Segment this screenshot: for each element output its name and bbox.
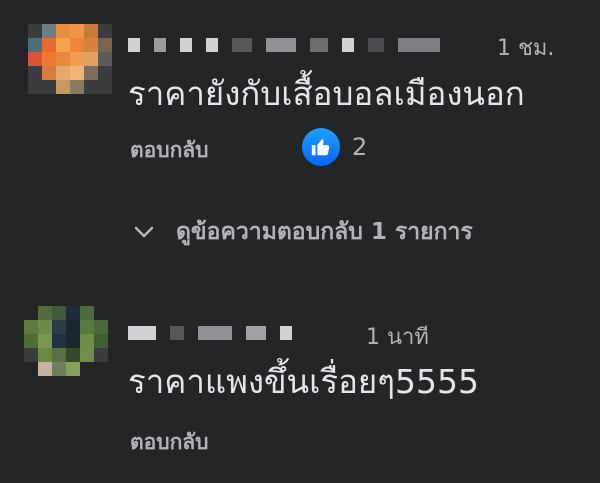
comment-1: 1 ชม. ราคายังกับเสื้อบอลเมืองนอก ตอบกลับ… (0, 0, 600, 260)
avatar[interactable] (28, 24, 112, 108)
comment-2: 1 นาที ราคาแพงขึ้นเรื่อยๆ5555 ตอบกลับ (0, 290, 600, 483)
view-replies-label: ดูข้อความตอบกลับ 1 รายการ (176, 219, 473, 245)
redacted-block (128, 326, 156, 340)
avatar[interactable] (24, 306, 108, 390)
redacted-block (342, 38, 354, 52)
chevron-down-icon (134, 226, 154, 238)
comment-text: ราคายังกับเสื้อบอลเมืองนอก (128, 74, 525, 113)
redacted-block (180, 38, 192, 52)
author-name-redacted[interactable] (128, 32, 454, 58)
thumbs-up-glyph (311, 139, 330, 156)
timestamp[interactable]: 1 นาที (366, 319, 429, 354)
redacted-block (232, 38, 252, 52)
reply-link[interactable]: ตอบกลับ (130, 426, 209, 459)
redacted-block (206, 38, 218, 52)
reaction-count: 2 (352, 133, 368, 161)
redacted-block (280, 326, 292, 340)
timestamp[interactable]: 1 ชม. (497, 30, 554, 65)
redacted-block (246, 326, 266, 340)
redacted-block (266, 38, 296, 52)
redacted-block (154, 38, 166, 52)
comment-text: ราคาแพงขึ้นเรื่อยๆ5555 (128, 362, 479, 401)
redacted-block (368, 38, 384, 52)
redacted-block (198, 326, 232, 340)
redacted-block (128, 38, 140, 52)
redacted-block (170, 326, 184, 340)
redacted-block (398, 38, 440, 52)
redacted-block (310, 38, 328, 52)
reaction-summary[interactable]: 2 (302, 128, 367, 166)
reply-link[interactable]: ตอบกลับ (130, 134, 209, 167)
like-icon (302, 128, 340, 166)
author-name-redacted[interactable] (128, 320, 306, 346)
view-replies-button[interactable]: ดูข้อความตอบกลับ 1 รายการ (132, 214, 473, 250)
